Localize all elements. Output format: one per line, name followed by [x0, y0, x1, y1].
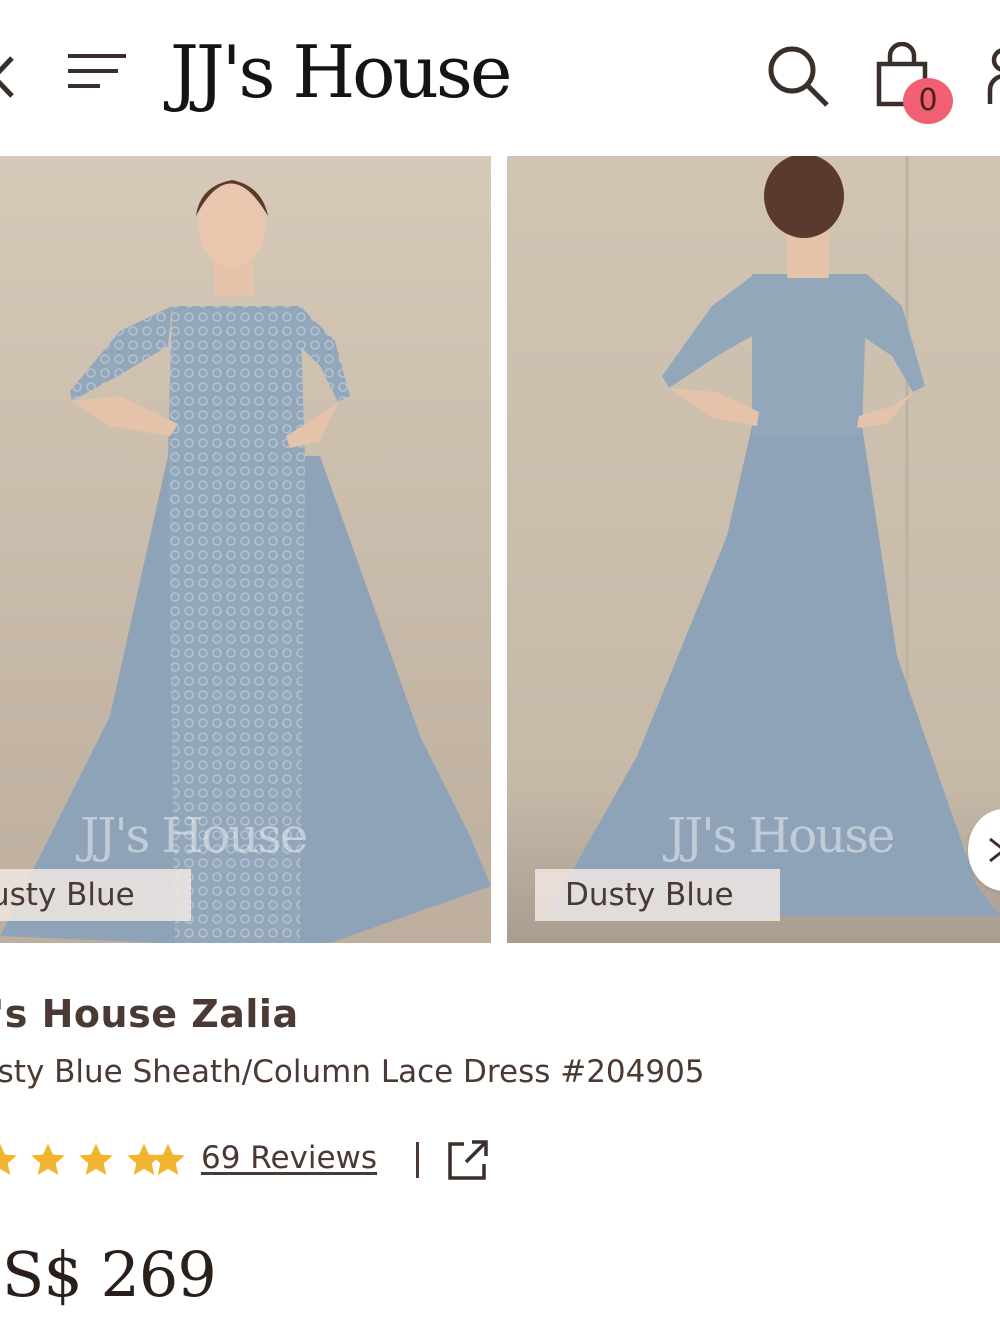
star-icon — [31, 1143, 65, 1175]
separator — [416, 1142, 419, 1178]
reviews-link[interactable]: 69 Reviews — [201, 1140, 377, 1176]
back-arrow-icon[interactable] — [0, 52, 22, 102]
star-icon — [79, 1143, 113, 1175]
site-logo[interactable]: JJ's House — [170, 36, 512, 108]
color-label-front: usty Blue — [0, 869, 191, 921]
cart-count-badge: 0 — [903, 78, 953, 124]
search-icon[interactable] — [766, 44, 832, 110]
product-photo-front[interactable]: JJ's House usty Blue — [0, 156, 491, 943]
product-brand-title: J's House Zalia — [0, 992, 299, 1036]
star-icon — [0, 1143, 17, 1175]
color-label-back: Dusty Blue — [535, 869, 780, 921]
account-icon[interactable] — [984, 46, 1000, 108]
watermark-back: JJ's House — [667, 808, 895, 864]
product-photo-back[interactable]: JJ's House Dusty Blue — [507, 156, 1000, 943]
watermark-front: JJ's House — [80, 808, 308, 864]
product-price: JS$ 269 — [0, 1238, 217, 1311]
chevron-right-icon — [989, 837, 1000, 863]
product-image-gallery[interactable]: JJ's House usty Blue JJ's House Dusty Bl… — [0, 156, 1000, 943]
menu-icon[interactable] — [66, 52, 128, 92]
star-icon — [151, 1143, 185, 1175]
top-header: JJ's House 0 — [0, 0, 1000, 156]
product-name: usty Blue Sheath/Column Lace Dress #2049… — [0, 1054, 705, 1090]
rating-row: 69 Reviews — [0, 1134, 520, 1190]
share-external-icon[interactable] — [446, 1138, 490, 1182]
